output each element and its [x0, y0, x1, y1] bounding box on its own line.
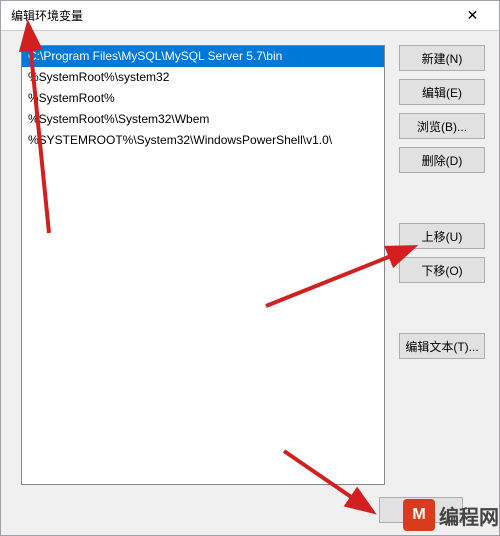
move-up-button[interactable]: 上移(U): [399, 223, 485, 249]
list-item[interactable]: %SystemRoot%\System32\Wbem: [22, 109, 384, 130]
button-label: 编辑(E): [422, 84, 462, 101]
spacer: [399, 181, 485, 215]
watermark-text: 编程网: [439, 501, 499, 530]
button-label: 下移(O): [421, 262, 462, 279]
list-item[interactable]: %SystemRoot%\system32: [22, 67, 384, 88]
path-listbox[interactable]: C:\Program Files\MySQL\MySQL Server 5.7\…: [21, 45, 385, 485]
close-icon: ✕: [467, 7, 479, 24]
button-label: 上移(U): [422, 228, 463, 245]
edit-button[interactable]: 编辑(E): [399, 79, 485, 105]
delete-button[interactable]: 删除(D): [399, 147, 485, 173]
watermark-overlay: M 编程网: [403, 499, 499, 531]
button-label: 编辑文本(T)...: [405, 338, 478, 355]
new-button[interactable]: 新建(N): [399, 45, 485, 71]
close-button[interactable]: ✕: [450, 2, 495, 30]
edit-text-button[interactable]: 编辑文本(T)...: [399, 333, 485, 359]
titlebar: 编辑环境变量 ✕: [1, 1, 499, 31]
move-down-button[interactable]: 下移(O): [399, 257, 485, 283]
button-label: 浏览(B)...: [417, 118, 467, 135]
spacer: [399, 291, 485, 325]
button-label: 删除(D): [422, 152, 463, 169]
watermark-logo-icon: M: [403, 499, 435, 531]
list-item[interactable]: %SYSTEMROOT%\System32\WindowsPowerShell\…: [22, 130, 384, 151]
list-item[interactable]: C:\Program Files\MySQL\MySQL Server 5.7\…: [22, 46, 384, 67]
list-item[interactable]: %SystemRoot%: [22, 88, 384, 109]
window-title: 编辑环境变量: [11, 7, 450, 24]
dialog-body: C:\Program Files\MySQL\MySQL Server 5.7\…: [1, 31, 499, 535]
watermark-logo-text: M: [412, 506, 425, 524]
browse-button[interactable]: 浏览(B)...: [399, 113, 485, 139]
side-button-column: 新建(N) 编辑(E) 浏览(B)... 删除(D) 上移(U) 下移(O) 编…: [399, 45, 485, 521]
button-label: 新建(N): [422, 50, 463, 67]
dialog-window: 编辑环境变量 ✕ C:\Program Files\MySQL\MySQL Se…: [0, 0, 500, 536]
